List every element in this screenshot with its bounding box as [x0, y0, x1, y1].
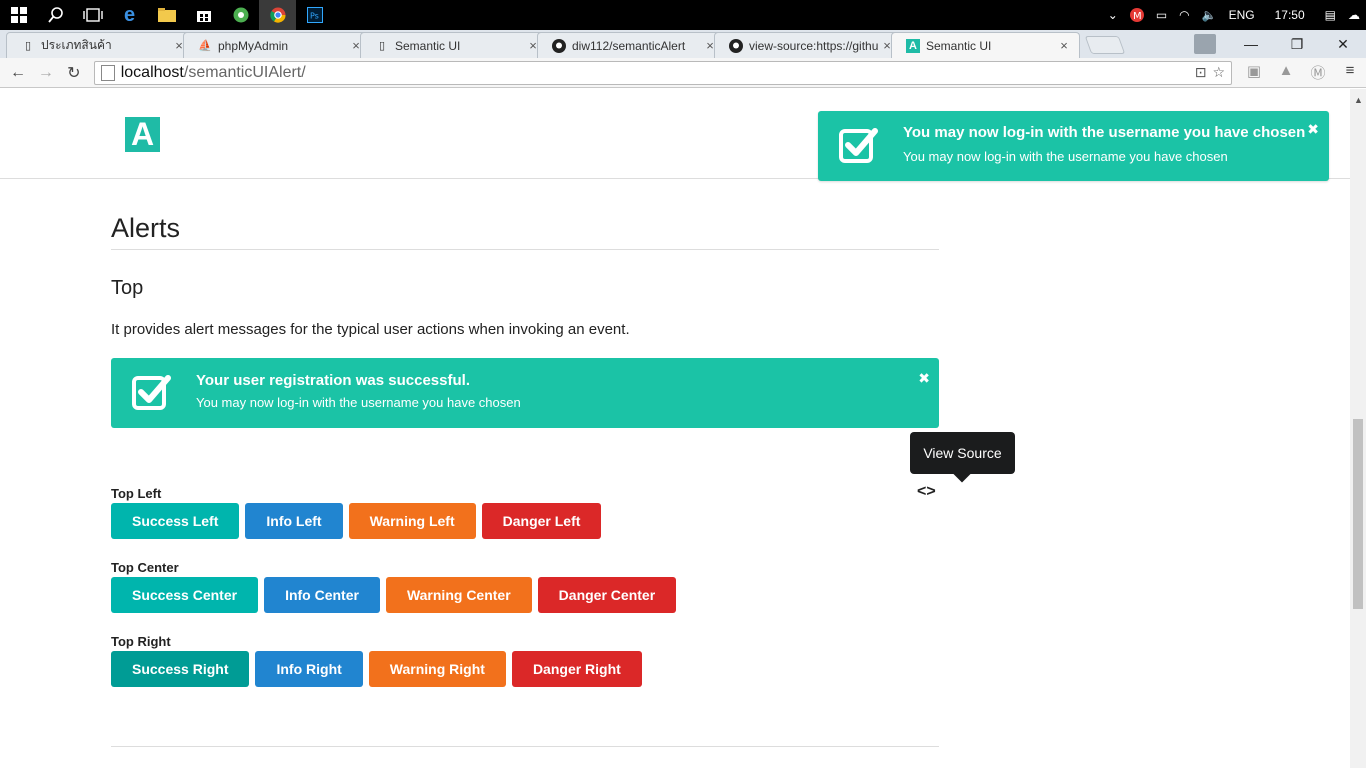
- menu-icon[interactable]: ≡: [1334, 62, 1366, 83]
- extension-m-icon[interactable]: Ⓜ: [1302, 62, 1334, 83]
- warning-left-button[interactable]: Warning Left: [348, 503, 476, 539]
- github-icon: [729, 38, 743, 53]
- semantic-ui-icon: A: [906, 38, 920, 53]
- browser-tab[interactable]: ▯ Semantic UI ×: [360, 32, 549, 58]
- divider: [111, 249, 939, 250]
- toast-notification: You may now log-in with the username you…: [818, 111, 1329, 181]
- chrome-icon[interactable]: [259, 0, 296, 30]
- browser-tab[interactable]: view-source:https://githu ×: [714, 32, 903, 58]
- alert-message: You may now log-in with the username you…: [196, 395, 521, 410]
- check-square-icon: [838, 125, 878, 170]
- wifi-icon[interactable]: ◠: [1173, 8, 1195, 22]
- file-explorer-icon[interactable]: [148, 0, 185, 30]
- close-tab-icon[interactable]: ×: [1057, 38, 1071, 53]
- address-bar[interactable]: localhost/semanticUIAlert/ ⊡ ☆: [93, 60, 1232, 85]
- svg-text:Ps: Ps: [310, 12, 319, 21]
- close-window-icon[interactable]: ✕: [1320, 36, 1366, 53]
- group-label-top-right: Top Right: [111, 634, 171, 649]
- windows-taskbar: e Ps ⌄ M ▭ ◠ 🔈 ENG 17:50 ▤ ☁: [0, 0, 1366, 30]
- warning-right-button[interactable]: Warning Right: [368, 651, 506, 687]
- toast-message: You may now log-in with the username you…: [903, 149, 1228, 164]
- danger-right-button[interactable]: Danger Right: [511, 651, 642, 687]
- task-view-icon[interactable]: [74, 0, 111, 30]
- forward-icon[interactable]: →: [32, 64, 60, 82]
- svg-text:M: M: [1133, 11, 1142, 22]
- browser-tab[interactable]: diw112/semanticAlert ×: [537, 32, 726, 58]
- back-icon[interactable]: ←: [4, 64, 32, 82]
- success-left-button[interactable]: Success Left: [111, 503, 240, 539]
- section-description: It provides alert messages for the typic…: [111, 321, 630, 338]
- page-icon: ▯: [378, 40, 386, 52]
- check-square-icon: [131, 372, 171, 417]
- store-icon[interactable]: [185, 0, 222, 30]
- success-right-button[interactable]: Success Right: [111, 651, 250, 687]
- danger-center-button[interactable]: Danger Center: [537, 577, 677, 613]
- group-label-top-center: Top Center: [111, 560, 179, 575]
- app-icon[interactable]: [222, 0, 259, 30]
- photoshop-icon[interactable]: Ps: [296, 0, 333, 30]
- window-controls: — ❐ ✕: [1194, 30, 1366, 58]
- chevron-up-icon[interactable]: ⌄: [1102, 8, 1124, 22]
- web-page: A You may now log-in with the username y…: [0, 89, 1350, 768]
- reload-icon[interactable]: ↻: [60, 63, 88, 83]
- success-center-button[interactable]: Success Center: [111, 577, 259, 613]
- info-center-button[interactable]: Info Center: [264, 577, 380, 613]
- info-right-button[interactable]: Info Right: [255, 651, 363, 687]
- code-icon[interactable]: <>: [917, 483, 936, 501]
- extension-icon[interactable]: ▣: [1238, 62, 1270, 83]
- network-device-icon[interactable]: ▭: [1150, 8, 1173, 22]
- browser-tab-strip: ▯ ประเภทสินค้า × ⛵ phpMyAdmin × ▯ Semant…: [0, 30, 1366, 58]
- url-path: /semanticUIAlert/: [183, 63, 306, 81]
- antivirus-icon[interactable]: M: [1124, 8, 1150, 22]
- browser-tab[interactable]: ⛵ phpMyAdmin ×: [183, 32, 372, 58]
- new-tab-button[interactable]: [1084, 36, 1126, 54]
- profile-icon[interactable]: [1194, 34, 1216, 54]
- minimize-icon[interactable]: —: [1228, 36, 1274, 52]
- close-icon[interactable]: ✖: [918, 370, 930, 387]
- phpmyadmin-icon: ⛵: [198, 40, 212, 52]
- drive-icon[interactable]: ▲: [1270, 62, 1302, 83]
- restore-icon[interactable]: ❐: [1274, 36, 1320, 53]
- group-label-top-left: Top Left: [111, 486, 162, 501]
- page-icon: ▯: [24, 40, 32, 52]
- button-row-top-center: Success Center Info Center Warning Cente…: [111, 577, 677, 613]
- button-row-top-left: Success Left Info Left Warning Left Dang…: [111, 503, 602, 539]
- success-alert: Your user registration was successful. Y…: [111, 358, 939, 428]
- volume-icon[interactable]: 🔈: [1196, 8, 1223, 22]
- page-scrollbar[interactable]: ▲: [1350, 89, 1366, 768]
- alert-title: Your user registration was successful.: [196, 372, 470, 389]
- site-logo[interactable]: A: [125, 116, 160, 152]
- scroll-up-icon[interactable]: ▲: [1354, 95, 1363, 105]
- extensions: ▣ ▲ Ⓜ ≡: [1238, 62, 1366, 83]
- browser-tab-active[interactable]: A Semantic UI ×: [891, 32, 1080, 58]
- url-host: localhost: [120, 63, 184, 81]
- page-title: Alerts: [111, 213, 181, 243]
- translate-icon[interactable]: ⊡: [1195, 64, 1207, 81]
- browser-toolbar: ← → ↻ localhost/semanticUIAlert/ ⊡ ☆ ▣ ▲…: [0, 58, 1366, 88]
- view-source-tooltip: View Source: [910, 432, 1015, 474]
- warning-center-button[interactable]: Warning Center: [385, 577, 532, 613]
- scrollbar-thumb[interactable]: [1353, 419, 1363, 609]
- clock[interactable]: 17:50: [1261, 8, 1319, 22]
- browser-tab[interactable]: ▯ ประเภทสินค้า ×: [6, 32, 195, 58]
- notification-icon[interactable]: ▤: [1319, 8, 1342, 22]
- close-icon[interactable]: ✖: [1307, 121, 1319, 138]
- language-indicator[interactable]: ENG: [1223, 8, 1261, 22]
- page-info-icon[interactable]: [100, 64, 115, 81]
- edge-icon[interactable]: e: [111, 0, 148, 30]
- bookmark-star-icon[interactable]: ☆: [1212, 64, 1225, 81]
- divider: [111, 746, 939, 747]
- system-tray: ⌄ M ▭ ◠ 🔈 ENG 17:50 ▤ ☁: [1102, 0, 1366, 30]
- search-icon[interactable]: [37, 0, 74, 30]
- section-title: Top: [111, 277, 144, 299]
- button-row-top-right: Success Right Info Right Warning Right D…: [111, 651, 642, 687]
- onedrive-cloud-icon[interactable]: ☁: [1342, 8, 1366, 22]
- toast-title: You may now log-in with the username you…: [903, 124, 1306, 141]
- info-left-button[interactable]: Info Left: [245, 503, 343, 539]
- github-icon: [552, 38, 566, 53]
- windows-start-icon[interactable]: [0, 0, 37, 30]
- danger-left-button[interactable]: Danger Left: [481, 503, 602, 539]
